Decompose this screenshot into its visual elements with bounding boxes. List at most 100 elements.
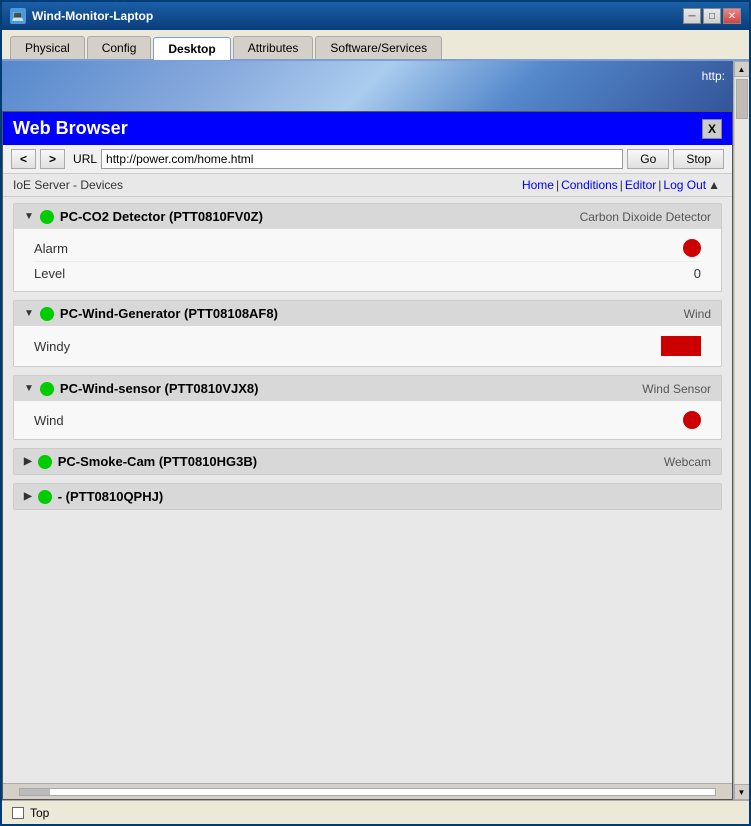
wind-indicator — [683, 411, 701, 429]
v-scroll-thumb[interactable] — [736, 79, 748, 119]
ioe-nav-home[interactable]: Home — [522, 178, 554, 192]
content-area: Web Browser X < > URL Go Stop — [2, 61, 733, 800]
title-bar: 💻 Wind-Monitor-Laptop ─ □ ✕ — [2, 2, 749, 30]
ioe-nav-arrow: ▲ — [708, 178, 720, 192]
url-label: URL — [73, 152, 97, 166]
device-card-wind-sensor: ▼ PC-Wind-sensor (PTT0810VJX8) Wind Sens… — [13, 375, 722, 440]
ioe-header: IoE Server - Devices Home | Conditions |… — [3, 174, 732, 197]
ioe-nav-sep1: | — [556, 178, 559, 192]
title-bar-left: 💻 Wind-Monitor-Laptop — [10, 8, 153, 24]
close-button[interactable]: ✕ — [723, 8, 741, 24]
browser-close-button[interactable]: X — [702, 119, 722, 139]
tab-software-services[interactable]: Software/Services — [315, 36, 442, 59]
device-name-co2: PC-CO2 Detector (PTT0810FV0Z) — [60, 209, 263, 224]
browser-window: Web Browser X < > URL Go Stop — [2, 111, 733, 800]
browser-title-bar: Web Browser X — [3, 112, 732, 145]
url-input[interactable] — [101, 149, 623, 169]
h-scroll-track[interactable] — [19, 788, 716, 796]
device-name-smoke-cam: PC-Smoke-Cam (PTT0810HG3B) — [58, 454, 257, 469]
device-row-wind: Wind — [34, 407, 701, 433]
v-scroll-down-button[interactable]: ▼ — [734, 784, 750, 800]
device-card-smoke-cam: ▶ PC-Smoke-Cam (PTT0810HG3B) Webcam — [13, 448, 722, 475]
minimize-button[interactable]: ─ — [683, 8, 701, 24]
device-body-co2: Alarm Level 0 — [14, 229, 721, 291]
device-header-smoke-cam[interactable]: ▶ PC-Smoke-Cam (PTT0810HG3B) Webcam — [14, 449, 721, 474]
window-title: Wind-Monitor-Laptop — [32, 9, 153, 23]
go-button[interactable]: Go — [627, 149, 669, 169]
v-scroll-up-button[interactable]: ▲ — [734, 61, 750, 77]
device-header-left-wind-gen: ▼ PC-Wind-Generator (PTT08108AF8) — [24, 306, 278, 321]
device-card-wind-gen: ▼ PC-Wind-Generator (PTT08108AF8) Wind W… — [13, 300, 722, 367]
ioe-nav-logout[interactable]: Log Out — [663, 178, 706, 192]
device-row-windy: Windy — [34, 332, 701, 360]
toggle-arrow-unknown: ▶ — [24, 491, 32, 502]
ioe-content: IoE Server - Devices Home | Conditions |… — [3, 174, 732, 783]
status-dot-wind-gen — [40, 307, 54, 321]
device-type-wind-sensor: Wind Sensor — [642, 382, 711, 396]
ioe-nav-sep2: | — [620, 178, 623, 192]
ioe-nav-conditions[interactable]: Conditions — [561, 178, 618, 192]
status-dot-unknown — [38, 490, 52, 504]
ioe-nav: Home | Conditions | Editor | Log Out ▲ — [522, 178, 722, 192]
vertical-scrollbar[interactable]: ▲ ▼ — [733, 61, 749, 800]
device-type-smoke-cam: Webcam — [664, 455, 711, 469]
device-header-co2[interactable]: ▼ PC-CO2 Detector (PTT0810FV0Z) Carbon D… — [14, 204, 721, 229]
device-list: ▼ PC-CO2 Detector (PTT0810FV0Z) Carbon D… — [3, 197, 732, 516]
device-header-left-smoke-cam: ▶ PC-Smoke-Cam (PTT0810HG3B) — [24, 454, 257, 469]
tab-config[interactable]: Config — [87, 36, 152, 59]
browser-top-image — [2, 61, 733, 111]
ioe-server-label: IoE Server - Devices — [13, 178, 123, 192]
device-type-wind-gen: Wind — [684, 307, 711, 321]
wind-label: Wind — [34, 413, 64, 428]
horizontal-scrollbar[interactable] — [3, 783, 732, 799]
tab-desktop[interactable]: Desktop — [153, 37, 230, 60]
windy-label: Windy — [34, 339, 70, 354]
maximize-button[interactable]: □ — [703, 8, 721, 24]
ioe-nav-editor[interactable]: Editor — [625, 178, 656, 192]
status-dot-co2 — [40, 210, 54, 224]
toggle-arrow-wind-gen: ▼ — [24, 308, 34, 319]
windy-indicator — [661, 336, 701, 356]
device-name-wind-sensor: PC-Wind-sensor (PTT0810VJX8) — [60, 381, 259, 396]
device-header-wind-gen[interactable]: ▼ PC-Wind-Generator (PTT08108AF8) Wind — [14, 301, 721, 326]
level-label: Level — [34, 266, 65, 281]
stop-button[interactable]: Stop — [673, 149, 724, 169]
device-header-left-unknown: ▶ - (PTT0810QPHJ) — [24, 489, 163, 504]
toggle-arrow-smoke-cam: ▶ — [24, 456, 32, 467]
device-header-unknown[interactable]: ▶ - (PTT0810QPHJ) — [14, 484, 721, 509]
device-type-co2: Carbon Dixoide Detector — [580, 210, 711, 224]
device-name-unknown: - (PTT0810QPHJ) — [58, 489, 163, 504]
browser-nav-bar: < > URL Go Stop — [3, 145, 732, 174]
tab-attributes[interactable]: Attributes — [233, 36, 314, 59]
v-scroll-track[interactable] — [735, 77, 749, 784]
toggle-arrow-co2: ▼ — [24, 211, 34, 222]
device-name-wind-gen: PC-Wind-Generator (PTT08108AF8) — [60, 306, 278, 321]
status-dot-smoke-cam — [38, 455, 52, 469]
browser-title-text: Web Browser — [13, 118, 128, 139]
status-bar: Top — [2, 800, 749, 824]
back-button[interactable]: < — [11, 149, 36, 169]
device-card-co2: ▼ PC-CO2 Detector (PTT0810FV0Z) Carbon D… — [13, 203, 722, 292]
forward-button[interactable]: > — [40, 149, 65, 169]
toggle-arrow-wind-sensor: ▼ — [24, 383, 34, 394]
status-checkbox[interactable] — [12, 807, 24, 819]
device-row-alarm: Alarm — [34, 235, 701, 262]
device-header-wind-sensor[interactable]: ▼ PC-Wind-sensor (PTT0810VJX8) Wind Sens… — [14, 376, 721, 401]
device-body-wind-gen: Windy — [14, 326, 721, 366]
window-controls: ─ □ ✕ — [683, 8, 741, 24]
tab-bar: Physical Config Desktop Attributes Softw… — [2, 30, 749, 61]
device-header-left-co2: ▼ PC-CO2 Detector (PTT0810FV0Z) — [24, 209, 263, 224]
status-label: Top — [30, 806, 49, 820]
level-value: 0 — [694, 266, 701, 281]
device-row-level: Level 0 — [34, 262, 701, 285]
status-dot-wind-sensor — [40, 382, 54, 396]
tab-physical[interactable]: Physical — [10, 36, 85, 59]
alarm-label: Alarm — [34, 241, 68, 256]
main-window: 💻 Wind-Monitor-Laptop ─ □ ✕ Physical Con… — [0, 0, 751, 826]
main-area: Web Browser X < > URL Go Stop — [2, 61, 749, 800]
device-card-unknown: ▶ - (PTT0810QPHJ) — [13, 483, 722, 510]
alarm-indicator — [683, 239, 701, 257]
browser-outer: Web Browser X < > URL Go Stop — [2, 61, 733, 800]
ioe-nav-sep3: | — [658, 178, 661, 192]
h-scroll-thumb[interactable] — [20, 789, 50, 795]
